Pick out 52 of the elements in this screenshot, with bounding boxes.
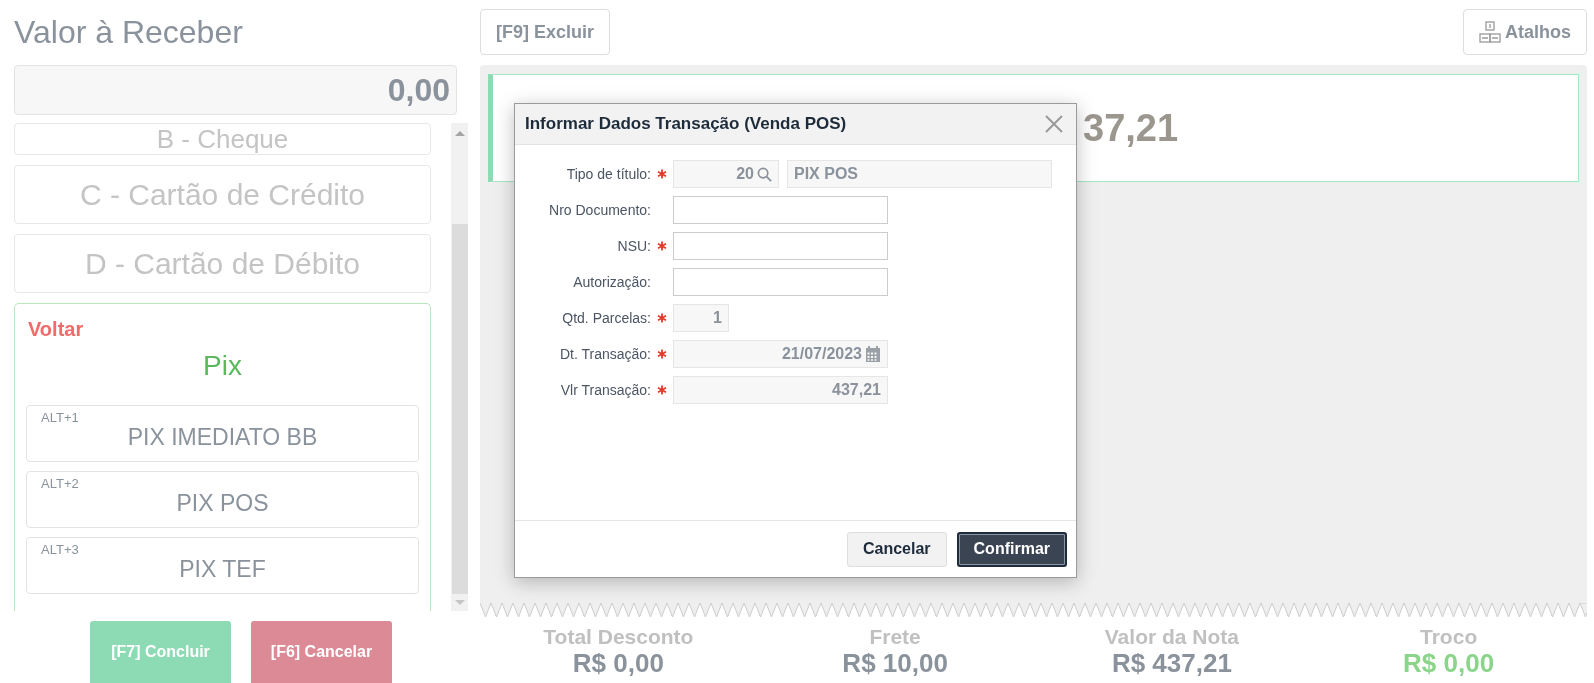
payment-method[interactable]: C - Cartão de Crédito bbox=[14, 165, 431, 224]
field-label: Dt. Transação: bbox=[559, 346, 651, 362]
sitemap-icon bbox=[1479, 21, 1501, 43]
field-label: Nro Documento: bbox=[549, 202, 651, 218]
scrollbar[interactable] bbox=[451, 123, 468, 611]
summary-value: R$ 10,00 bbox=[841, 649, 949, 677]
option-label: PIX IMEDIATO BB bbox=[127, 425, 318, 449]
shortcut-label: ALT+3 bbox=[41, 542, 79, 557]
shortcut-label: ALT+2 bbox=[41, 476, 79, 491]
pix-option[interactable]: ALT+2 PIX POS bbox=[26, 471, 419, 528]
payment-amount: 37,21 bbox=[1083, 106, 1179, 150]
summary-label: Total Desconto bbox=[542, 625, 695, 649]
pix-option[interactable]: ALT+3 PIX TEF bbox=[26, 537, 419, 594]
summary-label: Frete bbox=[868, 625, 922, 649]
input-field[interactable] bbox=[673, 196, 888, 224]
search-icon[interactable] bbox=[757, 166, 772, 182]
input-field: 437,21 bbox=[673, 376, 888, 404]
option-label: PIX TEF bbox=[179, 557, 266, 581]
page-title: Valor à Receber bbox=[14, 13, 244, 52]
payment-method[interactable]: B - Cheque bbox=[14, 123, 431, 155]
back-link[interactable]: Voltar bbox=[28, 318, 419, 341]
shortcuts-button[interactable]: Atalhos bbox=[1463, 9, 1587, 55]
field-label: Tipo de título: bbox=[566, 166, 651, 182]
code-field[interactable]: 20 bbox=[673, 160, 779, 188]
calendar-icon[interactable] bbox=[865, 346, 881, 362]
summary-label: Troco bbox=[1419, 625, 1479, 649]
amount-field: 0,00 bbox=[14, 65, 457, 115]
field-label: NSU: bbox=[617, 238, 651, 254]
close-icon[interactable] bbox=[1044, 114, 1064, 134]
cancel-button[interactable]: [F6] Cancelar bbox=[251, 621, 392, 683]
field-label: Qtd. Parcelas: bbox=[562, 310, 651, 326]
pix-option[interactable]: ALT+1 PIX IMEDIATO BB bbox=[26, 405, 419, 462]
summary-value: R$ 0,00 bbox=[1402, 649, 1496, 677]
input-field[interactable] bbox=[673, 232, 888, 260]
summary-value: R$ 437,21 bbox=[1110, 649, 1233, 677]
delete-button[interactable]: [F9] Excluir bbox=[480, 9, 611, 55]
name-field: PIX POS bbox=[787, 160, 1052, 188]
date-field[interactable]: 21/07/2023 bbox=[673, 340, 888, 368]
conclude-button[interactable]: [F7] Concluir bbox=[90, 621, 231, 683]
field-label: Autorização: bbox=[573, 274, 651, 290]
shortcut-label: ALT+1 bbox=[41, 410, 79, 425]
input-field: 1 bbox=[673, 304, 729, 332]
payment-method[interactable]: D - Cartão de Débito bbox=[14, 234, 431, 293]
confirm-button[interactable]: Confirmar bbox=[956, 531, 1067, 567]
input-field[interactable] bbox=[673, 268, 888, 296]
summary-value: R$ 0,00 bbox=[571, 649, 665, 677]
option-label: PIX POS bbox=[176, 491, 269, 515]
cancel-button[interactable]: Cancelar bbox=[846, 531, 947, 567]
field-label: Vlr Transação: bbox=[560, 382, 651, 398]
summary-label: Valor da Nota bbox=[1103, 625, 1240, 649]
panel-title: Pix bbox=[202, 350, 243, 382]
dialog-title: Informar Dados Transação (Venda POS) bbox=[525, 114, 847, 134]
